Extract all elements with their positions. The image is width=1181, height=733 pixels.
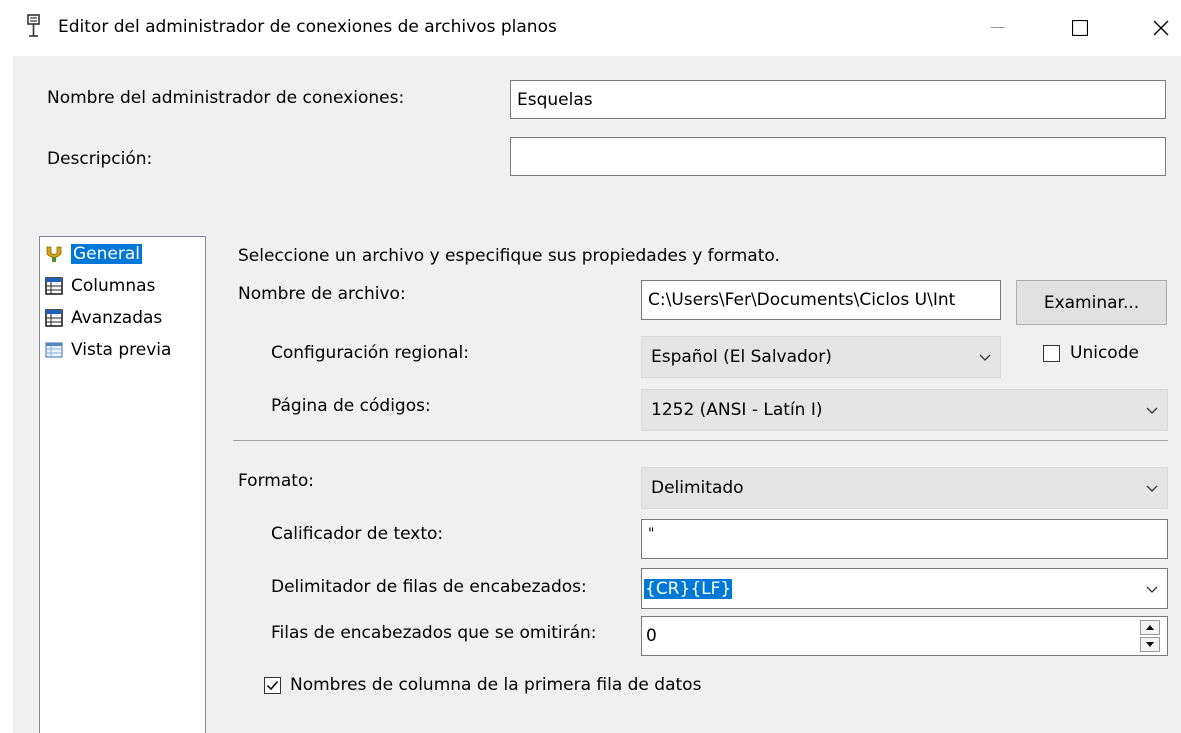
code-page-select-value: 1252 (ANSI - Latín I) <box>651 400 823 420</box>
advanced-table-icon <box>45 309 63 327</box>
minimize-icon <box>991 27 1005 28</box>
minimize-button[interactable] <box>971 0 1025 56</box>
column-names-label: Nombres de columna de la primera fila de… <box>290 675 702 695</box>
code-page-label: Página de códigos: <box>271 396 431 416</box>
page-navigation-list: General Columnas Avanzadas Vista previa <box>39 236 206 733</box>
chevron-down-icon <box>1146 586 1158 593</box>
header-rows-to-skip-input[interactable]: 0 <box>641 616 1168 656</box>
locale-label: Configuración regional: <box>271 343 470 363</box>
spin-down-icon <box>1146 642 1154 647</box>
header-row-delimiter-value: {CR}{LF} <box>644 578 733 599</box>
close-button[interactable] <box>1134 0 1181 56</box>
column-names-first-row-checkbox[interactable]: Nombres de columna de la primera fila de… <box>264 675 701 695</box>
sidebar-item-columnas[interactable]: Columnas <box>45 274 155 298</box>
column-names-checkbox-box <box>264 676 281 694</box>
browse-button[interactable]: Examinar... <box>1016 280 1167 325</box>
app-icon <box>27 14 40 37</box>
title-bar: Editor del administrador de conexiones d… <box>0 0 1181 56</box>
code-page-select[interactable]: 1252 (ANSI - Latín I) <box>641 389 1168 431</box>
file-name-input[interactable]: C:\Users\Fer\Documents\Ciclos U\Int <box>641 280 1001 320</box>
locale-select-value: Español (El Salvador) <box>651 347 832 367</box>
unicode-label: Unicode <box>1070 343 1139 363</box>
maximize-icon <box>1072 20 1088 36</box>
format-select-value: Delimitado <box>651 478 744 498</box>
unicode-checkbox[interactable]: Unicode <box>1043 343 1139 363</box>
window-title: Editor del administrador de conexiones d… <box>58 17 557 37</box>
header-row-delimiter-select[interactable]: {CR}{LF} <box>641 568 1168 609</box>
maximize-button[interactable] <box>1053 0 1107 56</box>
spin-down-button[interactable] <box>1140 637 1160 652</box>
description-input[interactable] <box>510 137 1166 176</box>
columns-table-icon <box>45 277 63 295</box>
unicode-checkbox-box <box>1043 344 1060 362</box>
section-divider <box>233 440 1168 441</box>
sidebar-item-vista-previa[interactable]: Vista previa <box>45 338 171 362</box>
spin-up-icon <box>1146 625 1154 630</box>
close-icon <box>1153 20 1169 36</box>
spin-up-button[interactable] <box>1140 620 1160 635</box>
header-rows-to-skip-value: 0 <box>646 626 657 646</box>
connection-name-input[interactable]: Esquelas <box>510 80 1166 119</box>
sidebar-item-label: General <box>71 244 142 264</box>
connection-name-label: Nombre del administrador de conexiones: <box>47 88 405 108</box>
general-icon <box>46 246 62 262</box>
header-rows-to-skip-label: Filas de encabezados que se omitirán: <box>271 623 597 643</box>
format-label: Formato: <box>238 471 315 491</box>
format-select[interactable]: Delimitado <box>641 467 1168 509</box>
text-qualifier-label: Calificador de texto: <box>271 524 444 544</box>
locale-select[interactable]: Español (El Salvador) <box>641 336 1001 378</box>
preview-table-icon <box>45 342 63 358</box>
chevron-down-icon <box>1146 407 1158 414</box>
chevron-down-icon <box>1146 485 1158 492</box>
sidebar-item-label: Avanzadas <box>71 308 163 328</box>
sidebar-item-general[interactable]: General <box>45 242 142 266</box>
checkmark-icon <box>266 680 279 690</box>
header-row-delimiter-label: Delimitador de filas de encabezados: <box>271 577 587 597</box>
text-qualifier-input[interactable]: " <box>641 519 1168 559</box>
sidebar-item-label: Columnas <box>71 276 156 296</box>
description-label: Descripción: <box>47 149 153 169</box>
file-name-label: Nombre de archivo: <box>238 284 406 304</box>
chevron-down-icon <box>979 354 991 361</box>
sidebar-item-avanzadas[interactable]: Avanzadas <box>45 306 162 330</box>
header-rows-spinner[interactable] <box>1140 618 1164 654</box>
general-intro-text: Seleccione un archivo y especifique sus … <box>238 246 780 266</box>
sidebar-item-label: Vista previa <box>71 340 172 360</box>
